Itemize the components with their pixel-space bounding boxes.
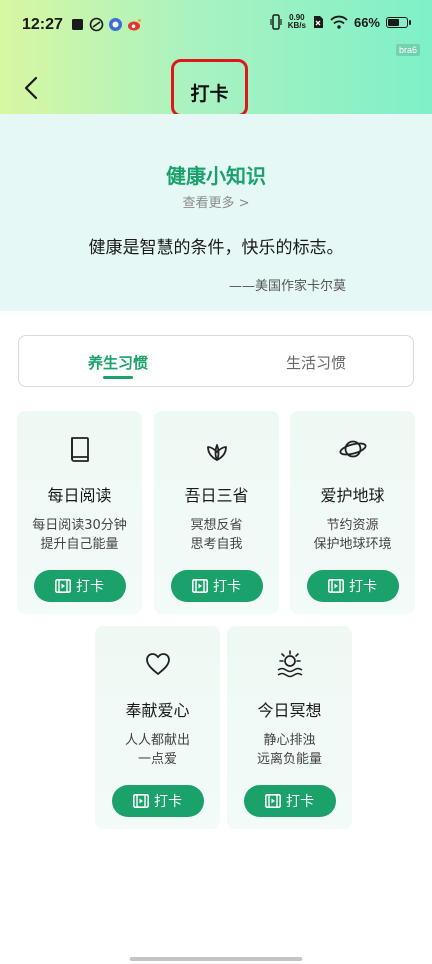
card-description: 人人都献出 一点爱 <box>95 731 220 769</box>
card-desc-line: 一点爱 <box>137 752 177 767</box>
planet-icon <box>338 440 367 458</box>
network-speed: 0.90 KB/s <box>288 14 306 30</box>
wifi-icon <box>330 15 348 29</box>
no-sim-icon <box>313 16 323 28</box>
check-in-button[interactable]: 打卡 <box>306 570 399 602</box>
habit-card-reflection: 吾日三省 冥想反省 思考自我 打卡 <box>154 411 279 614</box>
card-description: 每日阅读30分钟 提升自己能量 <box>17 516 142 554</box>
habit-card-meditation: 今日冥想 静心排浊 远离负能量 打卡 <box>227 626 352 829</box>
app-header: 12:27 0.90 KB/s 66% bra6 打卡 <box>0 0 432 117</box>
check-in-button[interactable]: 打卡 <box>33 570 126 602</box>
sunrise-icon <box>277 650 302 678</box>
card-description: 节约资源 保护地球环境 <box>290 516 415 554</box>
notification-icons <box>70 17 142 32</box>
emblem-app-icon <box>109 18 122 31</box>
card-desc-line: 冥想反省 <box>190 518 243 533</box>
check-in-button[interactable]: 打卡 <box>170 570 263 602</box>
battery-icon <box>386 16 411 28</box>
knowledge-title: 健康小知识 <box>166 164 266 188</box>
card-title: 吾日三省 <box>184 486 249 505</box>
film-check-icon <box>265 794 281 808</box>
card-title: 今日冥想 <box>257 701 322 720</box>
card-description: 冥想反省 思考自我 <box>154 516 279 554</box>
habit-card-earth: 爱护地球 节约资源 保护地球环境 打卡 <box>290 411 415 614</box>
chevron-left-icon[interactable] <box>18 74 46 102</box>
device-tag: bra6 <box>395 44 420 56</box>
card-desc-line: 提升自己能量 <box>40 537 119 552</box>
knowledge-quote: 健康是智慧的条件，快乐的标志。 <box>88 238 344 258</box>
quote-author: ——美国作家卡尔莫 <box>228 279 346 294</box>
check-in-label: 打卡 <box>76 579 104 595</box>
film-check-icon <box>133 794 149 808</box>
lotus-icon <box>206 444 227 461</box>
card-desc-line: 静心排浊 <box>263 733 316 748</box>
tab-health-habits[interactable]: 养生习惯 <box>19 336 217 388</box>
status-time: 12:27 <box>22 16 63 33</box>
tab-label: 生活习惯 <box>285 354 346 372</box>
check-in-button[interactable]: 打卡 <box>111 785 204 817</box>
habit-tabs: 养生习惯 生活习惯 <box>18 335 414 387</box>
tab-life-habits[interactable]: 生活习惯 <box>217 336 415 388</box>
habit-card-love: 奉献爱心 人人都献出 一点爱 打卡 <box>95 626 220 829</box>
title-highlight-box: 打卡 <box>171 59 248 117</box>
check-in-label: 打卡 <box>349 579 377 595</box>
check-in-button[interactable]: 打卡 <box>243 785 336 817</box>
network-speed-unit: KB/s <box>287 21 306 30</box>
card-desc-line: 远离负能量 <box>256 752 322 767</box>
weibo-app-icon <box>128 19 141 31</box>
habit-card-reading: 每日阅读 每日阅读30分钟 提升自己能量 打卡 <box>17 411 142 614</box>
card-desc-line: 人人都献出 <box>124 733 190 748</box>
book-icon <box>70 437 89 462</box>
active-tab-indicator <box>103 376 133 379</box>
card-desc-line: 保护地球环境 <box>313 537 392 552</box>
card-desc-line: 思考自我 <box>190 537 243 552</box>
film-check-icon <box>192 579 208 593</box>
film-check-icon <box>328 579 344 593</box>
see-more-link[interactable]: 查看更多 > <box>0 192 432 211</box>
square-app-icon <box>72 19 83 30</box>
battery-fill <box>388 18 400 26</box>
check-in-label: 打卡 <box>286 794 314 810</box>
card-desc-line: 节约资源 <box>326 518 379 533</box>
vibrate-icon <box>270 14 282 30</box>
battery-percent: 66% <box>353 14 380 30</box>
system-status: 0.90 KB/s 66% <box>270 14 411 30</box>
home-indicator[interactable] <box>130 957 302 961</box>
check-in-label: 打卡 <box>154 794 182 810</box>
heart-icon <box>145 653 170 675</box>
card-desc-line: 每日阅读30分钟 <box>32 518 127 533</box>
card-description: 静心排浊 远离负能量 <box>227 731 352 769</box>
card-title: 爱护地球 <box>320 486 385 505</box>
page-title: 打卡 <box>190 83 229 105</box>
check-in-label: 打卡 <box>213 579 241 595</box>
card-title: 每日阅读 <box>47 486 112 505</box>
status-bar: 12:27 0.90 KB/s 66% bra6 <box>0 0 432 56</box>
leaf-app-icon <box>89 17 104 32</box>
health-knowledge-banner: 健康小知识 查看更多 > 健康是智慧的条件，快乐的标志。 ——美国作家卡尔莫 <box>0 114 432 311</box>
card-title: 奉献爱心 <box>125 701 190 720</box>
film-check-icon <box>55 579 71 593</box>
tab-label: 养生习惯 <box>87 354 148 372</box>
